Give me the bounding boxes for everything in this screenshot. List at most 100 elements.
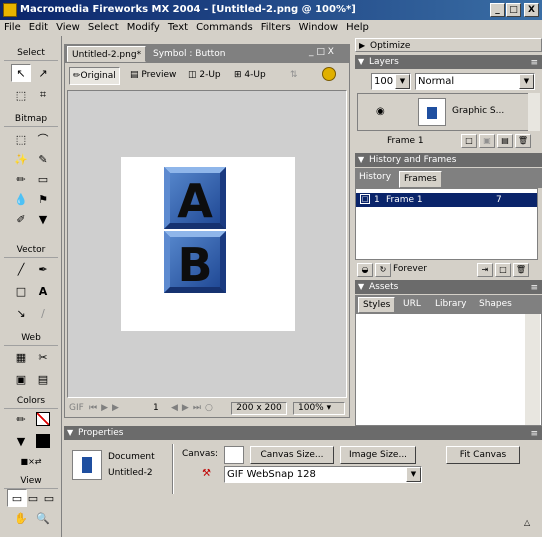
onion-skin-icon[interactable]: ◒ bbox=[357, 263, 373, 277]
layer-opacity-field[interactable]: 100 ▼ bbox=[371, 73, 411, 90]
rectangle-tool-icon[interactable]: □ bbox=[11, 282, 31, 300]
blend-mode-select[interactable]: Normal ▼ bbox=[415, 73, 535, 90]
doc-maximize-button[interactable]: □ bbox=[316, 47, 325, 57]
pencil-tool-icon[interactable]: ✏ bbox=[11, 170, 31, 188]
knife-tool-icon[interactable]: ∕ bbox=[33, 304, 53, 322]
button-graphic[interactable]: A B bbox=[121, 157, 295, 331]
tab-shapes[interactable]: Shapes bbox=[479, 299, 512, 309]
distribute-frames-icon[interactable]: ⇥ bbox=[477, 263, 493, 277]
palette-dropdown-icon[interactable]: ▼ bbox=[406, 467, 421, 482]
zoom-tool-icon[interactable]: 🔍 bbox=[33, 509, 53, 527]
eye-icon[interactable]: ◉ bbox=[376, 106, 385, 117]
delete-frame-icon[interactable]: 🗑 bbox=[513, 263, 529, 277]
tab-library[interactable]: Library bbox=[435, 299, 466, 309]
show-slices-icon[interactable]: ▤ bbox=[33, 370, 53, 388]
layer-row[interactable]: ◉ Graphic S... bbox=[357, 93, 535, 131]
layers-scrollbar[interactable] bbox=[528, 93, 540, 131]
tab-frames[interactable]: Frames bbox=[399, 171, 442, 188]
view-2up-button[interactable]: ◫ 2-Up bbox=[185, 67, 224, 85]
menu-text[interactable]: Text bbox=[164, 20, 192, 36]
styles-scrollbar[interactable] bbox=[525, 314, 540, 425]
minimize-button[interactable]: _ bbox=[490, 3, 505, 17]
hotspot-tool-icon[interactable]: ▦ bbox=[11, 348, 31, 366]
text-tool-icon[interactable]: A bbox=[33, 282, 53, 300]
crop-tool-icon[interactable]: ⌗ bbox=[33, 86, 53, 104]
playback-icons[interactable]: ◀▶⏭○ bbox=[171, 400, 217, 417]
rubber-stamp-icon[interactable]: ⚑ bbox=[33, 190, 53, 208]
menu-help[interactable]: Help bbox=[342, 20, 373, 36]
new-sublayer-icon[interactable]: ▤ bbox=[497, 134, 513, 148]
brush-tool-icon[interactable]: ✎ bbox=[33, 150, 53, 168]
tab-symbol-button[interactable]: Symbol : Button bbox=[149, 46, 229, 62]
blend-dropdown-icon[interactable]: ▼ bbox=[519, 74, 534, 89]
optimize-panel-header[interactable]: ▶ Optimize bbox=[355, 38, 542, 52]
fill-color-swatch[interactable] bbox=[33, 432, 53, 450]
menu-filters[interactable]: Filters bbox=[257, 20, 295, 36]
frame-row[interactable]: □ 1 Frame 1 7 bbox=[356, 193, 537, 207]
pointer-tool-icon[interactable]: ↖ bbox=[11, 64, 31, 82]
slice-tool-icon[interactable]: ✂ bbox=[33, 348, 53, 366]
tab-url[interactable]: URL bbox=[403, 299, 421, 309]
lasso-tool-icon[interactable]: ⌒ bbox=[33, 130, 53, 148]
add-mask-icon[interactable]: ▣ bbox=[479, 134, 495, 148]
tab-styles[interactable]: Styles bbox=[358, 297, 396, 313]
canvas-size-button[interactable]: Canvas Size... bbox=[250, 446, 334, 464]
freeform-tool-icon[interactable]: ↘ bbox=[11, 304, 31, 322]
close-button[interactable]: X bbox=[524, 3, 539, 17]
magic-wand-icon[interactable]: ✨ bbox=[11, 150, 31, 168]
zoom-select[interactable]: 100% ▾ bbox=[293, 402, 345, 415]
canvas[interactable]: A B bbox=[121, 157, 295, 331]
menu-edit[interactable]: Edit bbox=[25, 20, 52, 36]
menu-file[interactable]: File bbox=[0, 20, 25, 36]
view-preview-button[interactable]: ▤ Preview bbox=[127, 67, 179, 85]
frame-nav-icons[interactable]: ⏮▶▶ bbox=[89, 400, 123, 417]
eyedropper-icon[interactable]: ✐ bbox=[11, 210, 31, 228]
loop-icon[interactable]: ↻ bbox=[375, 263, 391, 277]
properties-panel-header[interactable]: ▼ Properties ≡ bbox=[64, 426, 542, 440]
view-4up-button[interactable]: ⊞ 4-Up bbox=[231, 67, 269, 85]
view-original-button[interactable]: ✏Original bbox=[69, 67, 120, 85]
assets-panel-header[interactable]: ▼ Assets ≡ bbox=[355, 280, 542, 294]
stroke-color-swatch[interactable] bbox=[33, 410, 53, 428]
new-layer-icon[interactable]: □ bbox=[461, 134, 477, 148]
new-frame-icon[interactable]: □ bbox=[495, 263, 511, 277]
view-2up-label: 2-Up bbox=[199, 70, 221, 80]
doc-close-button[interactable]: X bbox=[328, 47, 334, 57]
maximize-button[interactable]: □ bbox=[506, 3, 521, 17]
menu-commands[interactable]: Commands bbox=[192, 20, 257, 36]
fit-canvas-button[interactable]: Fit Canvas bbox=[446, 446, 520, 464]
frame-onion-icon[interactable]: □ bbox=[360, 194, 370, 204]
menu-modify[interactable]: Modify bbox=[123, 20, 164, 36]
export-palette-select[interactable]: GIF WebSnap 128 ▼ bbox=[224, 466, 422, 483]
doc-minimize-button[interactable]: _ bbox=[309, 47, 314, 57]
eraser-tool-icon[interactable]: ▭ bbox=[33, 170, 53, 188]
subselect-tool-icon[interactable]: ↗ bbox=[33, 64, 53, 82]
paint-bucket-icon[interactable]: ▼ bbox=[33, 210, 53, 228]
hide-slices-icon[interactable]: ▣ bbox=[11, 370, 31, 388]
menu-view[interactable]: View bbox=[52, 20, 84, 36]
marquee-tool-icon[interactable]: ⬚ bbox=[11, 130, 31, 148]
panel-options-icon[interactable]: ≡ bbox=[530, 427, 538, 441]
panel-options-icon[interactable]: ≡ bbox=[530, 281, 538, 295]
scale-tool-icon[interactable]: ⬚ bbox=[11, 86, 31, 104]
opacity-dropdown-icon[interactable]: ▼ bbox=[395, 74, 410, 89]
selection-type: Document bbox=[108, 452, 155, 462]
image-size-button[interactable]: Image Size... bbox=[340, 446, 416, 464]
quick-export-icon[interactable] bbox=[319, 67, 339, 85]
expand-properties-icon[interactable]: △ bbox=[524, 518, 530, 527]
pen-tool-icon[interactable]: ✒ bbox=[33, 260, 53, 278]
menu-select[interactable]: Select bbox=[84, 20, 123, 36]
canvas-color-swatch[interactable] bbox=[224, 446, 244, 464]
fullscreen-icon[interactable]: ▭ bbox=[39, 489, 59, 507]
line-tool-icon[interactable]: ╱ bbox=[11, 260, 31, 278]
history-frames-panel-header[interactable]: ▼ History and Frames bbox=[355, 153, 542, 167]
panel-options-icon[interactable]: ≡ bbox=[530, 56, 538, 70]
delete-layer-icon[interactable]: 🗑 bbox=[515, 134, 531, 148]
blur-tool-icon[interactable]: 💧 bbox=[11, 190, 31, 208]
layers-panel-header[interactable]: ▼ Layers ≡ bbox=[355, 55, 542, 69]
tab-untitled-2[interactable]: Untitled-2.png* bbox=[67, 46, 147, 62]
menu-window[interactable]: Window bbox=[295, 20, 342, 36]
swap-colors-icons[interactable]: ■⨯⇄ bbox=[8, 452, 54, 470]
hand-tool-icon[interactable]: ✋ bbox=[11, 509, 31, 527]
tab-history[interactable]: History bbox=[359, 172, 391, 182]
